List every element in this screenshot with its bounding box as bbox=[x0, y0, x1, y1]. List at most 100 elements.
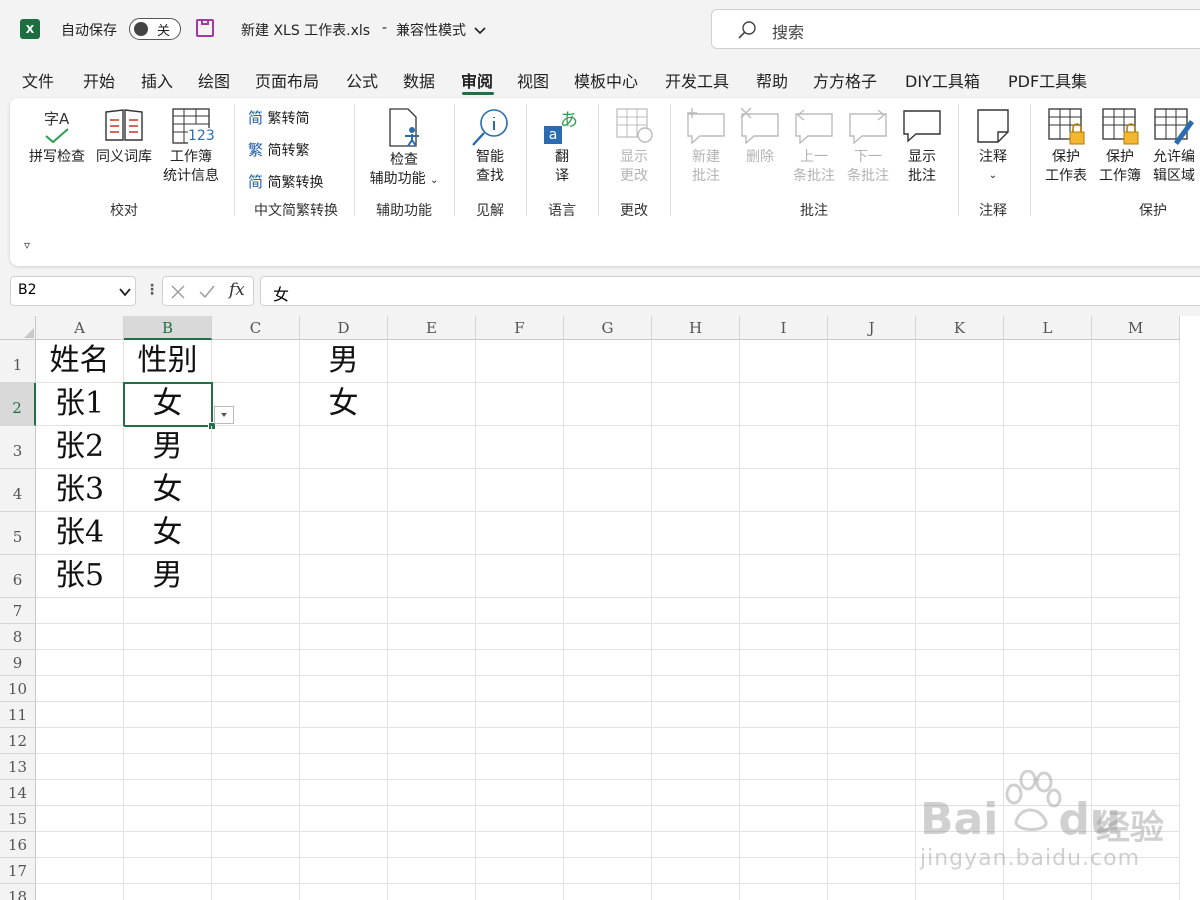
cell-m7[interactable] bbox=[1092, 598, 1180, 624]
cell-m5[interactable] bbox=[1092, 512, 1180, 555]
cell-f3[interactable] bbox=[476, 426, 564, 469]
cell-e9[interactable] bbox=[388, 650, 476, 676]
cell-j5[interactable] bbox=[828, 512, 916, 555]
cell-f9[interactable] bbox=[476, 650, 564, 676]
cell-k1[interactable] bbox=[916, 340, 1004, 383]
cell-k8[interactable] bbox=[916, 624, 1004, 650]
formula-input[interactable]: 女 bbox=[260, 276, 1200, 306]
cell-a4[interactable]: 张3 bbox=[36, 469, 124, 512]
cell-i3[interactable] bbox=[740, 426, 828, 469]
cell-b3[interactable]: 男 bbox=[124, 426, 212, 469]
chinese-conversion-button[interactable]: 简 简繁转换 bbox=[248, 171, 323, 192]
cell-j13[interactable] bbox=[828, 754, 916, 780]
cell-e10[interactable] bbox=[388, 676, 476, 702]
cell-d15[interactable] bbox=[300, 806, 388, 832]
cell-e5[interactable] bbox=[388, 512, 476, 555]
tab-data[interactable]: 数据 bbox=[403, 68, 435, 91]
cell-i2[interactable] bbox=[740, 383, 828, 426]
cell-g5[interactable] bbox=[564, 512, 652, 555]
cell-g15[interactable] bbox=[564, 806, 652, 832]
check-accessibility-button[interactable]: 检查 辅助功能 ⌄ bbox=[364, 108, 444, 188]
new-comment-button[interactable]: 新建 批注 bbox=[680, 108, 732, 188]
cell-j6[interactable] bbox=[828, 555, 916, 598]
cell-c17[interactable] bbox=[212, 858, 300, 884]
cell-g11[interactable] bbox=[564, 702, 652, 728]
cell-h9[interactable] bbox=[652, 650, 740, 676]
cell-c12[interactable] bbox=[212, 728, 300, 754]
cell-c13[interactable] bbox=[212, 754, 300, 780]
cell-e15[interactable] bbox=[388, 806, 476, 832]
smart-lookup-button[interactable]: 智能 查找 bbox=[464, 108, 516, 188]
cell-h14[interactable] bbox=[652, 780, 740, 806]
cell-f1[interactable] bbox=[476, 340, 564, 383]
cell-j3[interactable] bbox=[828, 426, 916, 469]
cell-d1[interactable]: 男 bbox=[300, 340, 388, 383]
column-header-d[interactable]: D bbox=[300, 316, 388, 340]
cell-j9[interactable] bbox=[828, 650, 916, 676]
simp-to-trad-button[interactable]: 繁 简转繁 bbox=[248, 139, 309, 160]
cell-f5[interactable] bbox=[476, 512, 564, 555]
cell-e7[interactable] bbox=[388, 598, 476, 624]
cell-b11[interactable] bbox=[124, 702, 212, 728]
column-header-g[interactable]: G bbox=[564, 316, 652, 340]
cell-e6[interactable] bbox=[388, 555, 476, 598]
compat-mode-dropdown[interactable]: 兼容性模式 bbox=[396, 20, 487, 40]
row-header-1[interactable]: 1 bbox=[0, 340, 36, 383]
cell-b2[interactable]: 女 bbox=[124, 383, 212, 426]
cell-a9[interactable] bbox=[36, 650, 124, 676]
cell-f2[interactable] bbox=[476, 383, 564, 426]
cell-d14[interactable] bbox=[300, 780, 388, 806]
cell-l11[interactable] bbox=[1004, 702, 1092, 728]
cell-g12[interactable] bbox=[564, 728, 652, 754]
row-header-7[interactable]: 7 bbox=[0, 598, 36, 624]
row-header-6[interactable]: 6 bbox=[0, 555, 36, 598]
next-comment-button[interactable]: 下一 条批注 bbox=[842, 108, 894, 188]
cell-i13[interactable] bbox=[740, 754, 828, 780]
cell-h11[interactable] bbox=[652, 702, 740, 728]
cell-c3[interactable] bbox=[212, 426, 300, 469]
cell-k2[interactable] bbox=[916, 383, 1004, 426]
cell-g18[interactable] bbox=[564, 884, 652, 900]
cell-l2[interactable] bbox=[1004, 383, 1092, 426]
cell-i17[interactable] bbox=[740, 858, 828, 884]
cell-j4[interactable] bbox=[828, 469, 916, 512]
tab-view[interactable]: 视图 bbox=[517, 68, 549, 91]
cell-k12[interactable] bbox=[916, 728, 1004, 754]
protect-workbook-button[interactable]: 保护 工作簿 bbox=[1094, 108, 1146, 188]
row-header-5[interactable]: 5 bbox=[0, 512, 36, 555]
cell-h12[interactable] bbox=[652, 728, 740, 754]
cell-i16[interactable] bbox=[740, 832, 828, 858]
cell-f17[interactable] bbox=[476, 858, 564, 884]
cell-l12[interactable] bbox=[1004, 728, 1092, 754]
cell-c9[interactable] bbox=[212, 650, 300, 676]
cell-c16[interactable] bbox=[212, 832, 300, 858]
cell-f11[interactable] bbox=[476, 702, 564, 728]
cell-m12[interactable] bbox=[1092, 728, 1180, 754]
cell-l1[interactable] bbox=[1004, 340, 1092, 383]
cell-h8[interactable] bbox=[652, 624, 740, 650]
cell-c15[interactable] bbox=[212, 806, 300, 832]
cell-c4[interactable] bbox=[212, 469, 300, 512]
cell-i5[interactable] bbox=[740, 512, 828, 555]
cell-e2[interactable] bbox=[388, 383, 476, 426]
cell-g4[interactable] bbox=[564, 469, 652, 512]
cell-b14[interactable] bbox=[124, 780, 212, 806]
cell-d17[interactable] bbox=[300, 858, 388, 884]
cell-b13[interactable] bbox=[124, 754, 212, 780]
tab-template-center[interactable]: 模板中心 bbox=[574, 68, 638, 91]
cell-d16[interactable] bbox=[300, 832, 388, 858]
cell-h13[interactable] bbox=[652, 754, 740, 780]
row-header-2[interactable]: 2 bbox=[0, 383, 36, 426]
cell-d2[interactable]: 女 bbox=[300, 383, 388, 426]
protect-sheet-button[interactable]: 保护 工作表 bbox=[1040, 108, 1092, 188]
cell-b17[interactable] bbox=[124, 858, 212, 884]
cell-k18[interactable] bbox=[916, 884, 1004, 900]
cell-g7[interactable] bbox=[564, 598, 652, 624]
row-header-3[interactable]: 3 bbox=[0, 426, 36, 469]
cell-i15[interactable] bbox=[740, 806, 828, 832]
cell-m3[interactable] bbox=[1092, 426, 1180, 469]
cell-b16[interactable] bbox=[124, 832, 212, 858]
delete-comment-button[interactable]: 删除 bbox=[734, 108, 786, 168]
cell-a17[interactable] bbox=[36, 858, 124, 884]
cell-f18[interactable] bbox=[476, 884, 564, 900]
